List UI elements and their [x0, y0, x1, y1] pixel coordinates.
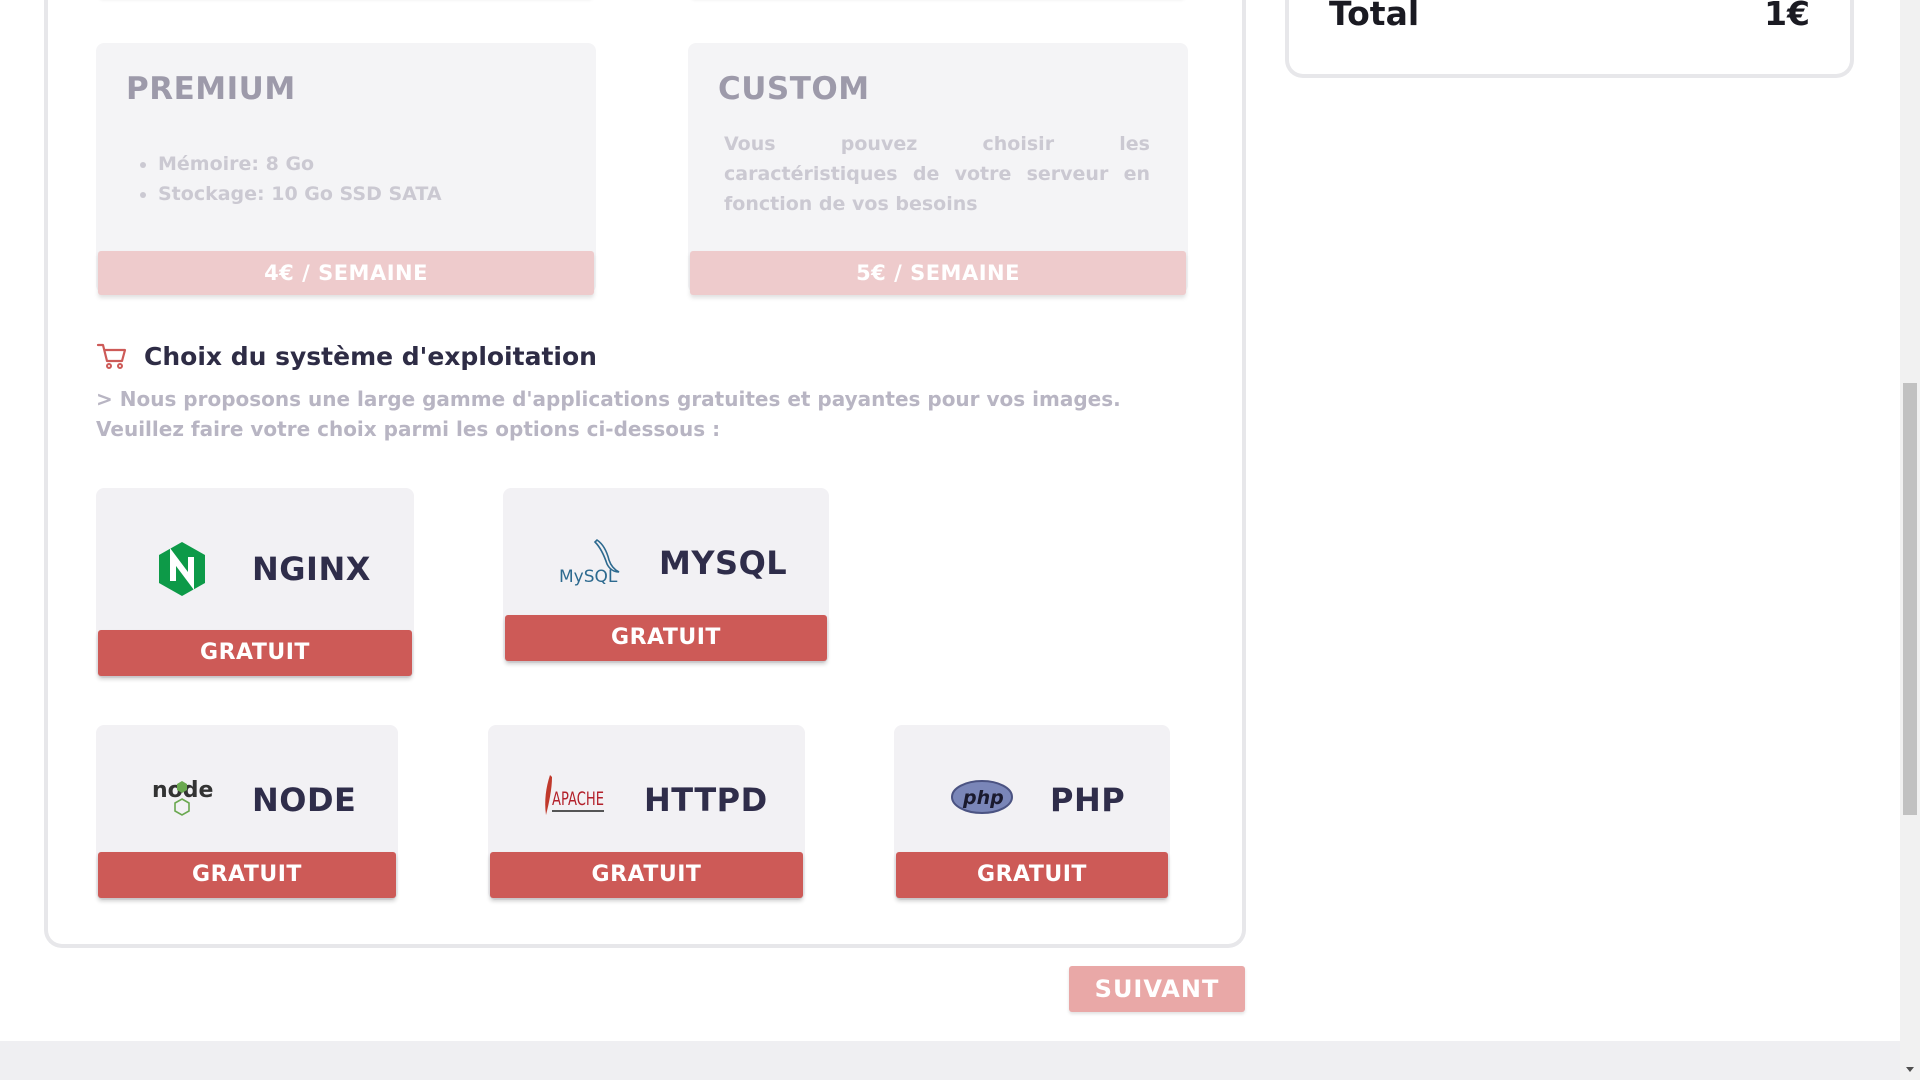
- plan-title: PREMIUM: [126, 71, 296, 107]
- plan-feature-list: Mémoire: 8 Go Stockage: 10 Go SSD SATA: [126, 149, 442, 209]
- os-price-button[interactable]: GRATUIT: [98, 630, 412, 676]
- plan-price-button[interactable]: 4€ / SEMAINE: [98, 251, 594, 295]
- os-card-php[interactable]: php PHP GRATUIT: [894, 725, 1170, 900]
- os-name: HTTPD: [644, 781, 768, 819]
- plan-feature: Mémoire: 8 Go: [158, 149, 442, 179]
- plan-feature: Stockage: 10 Go SSD SATA: [158, 179, 442, 209]
- plan-card-premium[interactable]: PREMIUM Mémoire: 8 Go Stockage: 10 Go SS…: [96, 43, 596, 295]
- os-price-button[interactable]: GRATUIT: [896, 852, 1168, 898]
- os-name: NODE: [252, 781, 357, 819]
- os-card-mysql[interactable]: MySQL MYSQL GRATUIT: [503, 488, 829, 663]
- page-scrollbar[interactable]: [1900, 0, 1920, 1080]
- order-summary-panel: Total 1€: [1285, 0, 1854, 78]
- plan-title: CUSTOM: [718, 71, 870, 107]
- os-name: MYSQL: [659, 544, 788, 582]
- scrollbar-thumb[interactable]: [1903, 383, 1917, 815]
- plan-price-button[interactable]: 5€ / SEMAINE: [690, 251, 1186, 295]
- os-price-button[interactable]: GRATUIT: [490, 852, 803, 898]
- mysql-logo-icon: MySQL: [559, 538, 620, 587]
- os-card-node[interactable]: node NODE GRATUIT: [96, 725, 398, 900]
- apache-logo-icon: APACHE: [545, 775, 604, 815]
- os-name: PHP: [1050, 781, 1126, 819]
- mysql-logo-text: MySQL: [559, 567, 618, 587]
- nginx-logo-icon: [159, 542, 205, 596]
- os-card-nginx[interactable]: NGINX GRATUIT: [96, 488, 414, 678]
- plan-card-custom[interactable]: CUSTOM Vous pouvez choisir les caractéri…: [688, 43, 1188, 295]
- os-name: NGINX: [252, 550, 371, 588]
- php-logo-text: php: [962, 787, 1004, 809]
- apache-logo-text: APACHE: [552, 788, 604, 810]
- plan-selection-panel: PREMIUM Mémoire: 8 Go Stockage: 10 Go SS…: [44, 0, 1246, 948]
- total-value: 1€: [1764, 0, 1810, 33]
- os-card-httpd[interactable]: APACHE HTTPD GRATUIT: [488, 725, 805, 900]
- plan-description: Vous pouvez choisir les caractéristiques…: [724, 133, 1150, 215]
- os-price-button[interactable]: GRATUIT: [505, 615, 827, 661]
- os-price-button[interactable]: GRATUIT: [98, 852, 396, 898]
- php-logo-icon: php: [951, 780, 1013, 814]
- os-section-title: Choix du système d'exploitation: [144, 341, 597, 371]
- cart-icon: [96, 343, 127, 369]
- os-section-description: > Nous proposons une large gamme d'appli…: [96, 387, 1121, 441]
- os-section-header: Choix du système d'exploitation: [96, 338, 597, 374]
- footer: [0, 1041, 1900, 1080]
- next-button[interactable]: SUIVANT: [1069, 966, 1245, 1012]
- scroll-down-arrow-icon[interactable]: [1906, 1067, 1914, 1072]
- node-logo-icon: node: [152, 778, 213, 816]
- total-label: Total: [1329, 0, 1420, 33]
